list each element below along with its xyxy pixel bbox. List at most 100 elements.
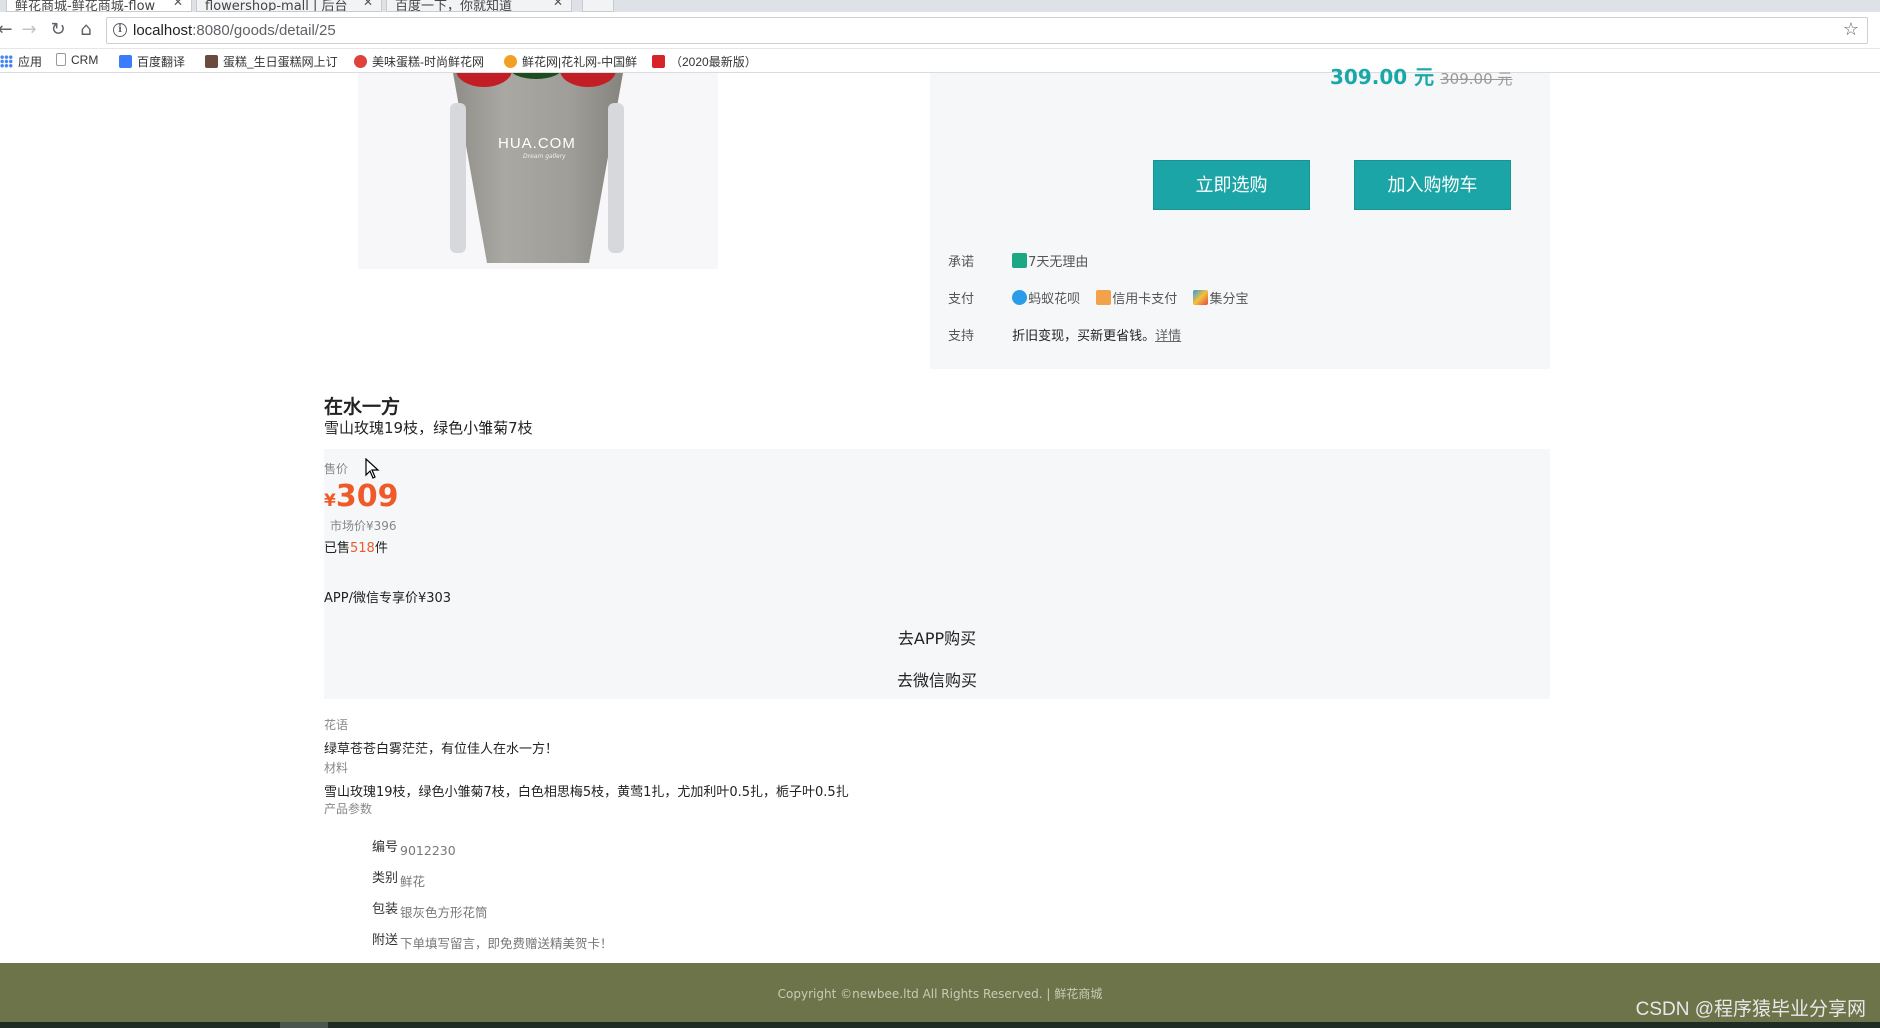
apps-grid-icon (0, 55, 13, 68)
home-icon[interactable]: ⌂ (75, 19, 97, 41)
product-title: 在水一方 (324, 396, 401, 418)
go-wechat-link[interactable]: 去微信购买 (324, 667, 1550, 691)
params-label: 产品参数 (324, 802, 373, 816)
baidu-translate-icon (119, 55, 132, 68)
vase-logo-text: HUA.COM (498, 135, 576, 152)
flower-language-value: 绿草苍苍白雾茫茫，有位佳人在水一方！ (324, 742, 559, 757)
reload-icon[interactable]: ↻ (47, 19, 69, 41)
param-key: 类别 (372, 871, 399, 886)
param-row: 类别 鲜花 (372, 871, 425, 890)
currency-symbol: ¥ (324, 491, 336, 511)
bookmark-star-icon[interactable]: ☆ (1843, 19, 1859, 40)
material-label: 材料 (324, 761, 349, 775)
bookmark-label: 应用 (18, 55, 43, 69)
bookmark-crm[interactable]: CRM (56, 53, 98, 67)
buy-now-button[interactable]: 立即选购 (1153, 160, 1310, 210)
footer-home-link[interactable]: 鲜花商城 (1054, 987, 1102, 1001)
flower-icon (504, 55, 517, 68)
buy-panel: 309.00 元 309.00 元 立即选购 加入购物车 承诺 7天无理由 支付 … (930, 65, 1550, 369)
payment-row: 支付 蚂蚁花呗 信用卡支付 集分宝 (948, 288, 1248, 307)
promise-value: 7天无理由 (1028, 255, 1089, 270)
param-key: 附送 (372, 933, 399, 948)
sold-number: 518 (350, 541, 375, 556)
add-to-cart-button[interactable]: 加入购物车 (1354, 160, 1511, 210)
ribbon-right (608, 103, 624, 253)
param-value: 下单填写留言，即免费赠送精美贺卡！ (400, 936, 613, 951)
param-key: 编号 (372, 840, 399, 855)
copyright-text: Copyright ©newbee.ltd All Rights Reserve… (777, 987, 1051, 1001)
rose-icon (354, 55, 367, 68)
bookmark-c[interactable]: （2020最新版） (652, 53, 757, 70)
roses (448, 73, 628, 87)
tab-current[interactable]: 鲜花商城-鲜花商城-flow ✕ (6, 0, 192, 12)
support-row: 支持 折旧变现，买新更省钱。详情 (948, 325, 1181, 344)
close-icon[interactable]: ✕ (553, 0, 563, 9)
tab-baidu[interactable]: 百度一下，你就知道 ✕ (386, 0, 572, 12)
new-tab-button[interactable] (582, 0, 614, 12)
footer: Copyright ©newbee.ltd All Rights Reserve… (0, 963, 1880, 1022)
jifenbao-icon (1193, 290, 1209, 305)
promise-row: 承诺 7天无理由 (948, 251, 1088, 270)
panel-price-value: 309.00 元 (1330, 65, 1435, 89)
payment-method: 信用卡支付 (1112, 292, 1178, 307)
url-text: localhost:8080/goods/detail/25 (133, 22, 336, 39)
bookmark-flower[interactable]: 鲜花网|花礼网-中国鲜 (504, 53, 637, 70)
c-logo-icon (652, 55, 665, 68)
url-input[interactable]: i localhost:8080/goods/detail/25 ☆ (106, 17, 1868, 44)
param-value: 鲜花 (400, 874, 426, 889)
sale-price: ¥309 (324, 479, 398, 514)
credit-card-icon (1096, 290, 1112, 305)
vase-sub-text: Dream gallery (523, 153, 566, 160)
ant-credit-icon (1012, 290, 1028, 305)
param-value: 9012230 (400, 843, 456, 858)
param-key: 包装 (372, 902, 399, 917)
bookmarks-bar: 应用 CRM 百度翻译 蛋糕_生日蛋糕网上订 美味蛋糕-时尚鲜花网 鲜花网|花礼… (0, 49, 1880, 73)
seven-day-icon (1012, 253, 1028, 268)
browser-tab-strip: 鲜花商城-鲜花商城-flow ✕ flowershop-mall | 后台 ✕ … (0, 0, 1880, 12)
bookmark-rose[interactable]: 美味蛋糕-时尚鲜花网 (354, 53, 484, 70)
bookmark-baidu-translate[interactable]: 百度翻译 (119, 53, 185, 70)
go-app-link[interactable]: 去APP购买 (324, 625, 1550, 649)
panel-price: 309.00 元 309.00 元 (1330, 61, 1512, 90)
bookmark-label: 鲜花网|花礼网-中国鲜 (522, 55, 638, 69)
param-row: 编号 9012230 (372, 840, 456, 859)
param-row: 包装 银灰色方形花筒 (372, 902, 488, 921)
market-price: 市场价¥396 (330, 519, 397, 533)
watermark: CSDN @程序猿毕业分享网 (1635, 999, 1866, 1020)
product-image: HUA.COM Dream gallery (358, 73, 718, 269)
tab-admin[interactable]: flowershop-mall | 后台 ✕ (196, 0, 382, 12)
sold-suffix: 件 (374, 541, 388, 556)
sold-prefix: 已售 (324, 541, 351, 556)
bookmark-label: 美味蛋糕-时尚鲜花网 (372, 55, 484, 69)
cake-icon (205, 55, 218, 68)
url-host: localhost (133, 22, 193, 39)
flower-language-label: 花语 (324, 718, 349, 732)
page-icon (56, 53, 66, 66)
back-arrow-icon[interactable]: ← (0, 19, 16, 41)
param-value: 银灰色方形花筒 (400, 905, 488, 920)
bookmark-label: 蛋糕_生日蛋糕网上订 (223, 55, 338, 69)
price-value: 309 (335, 479, 399, 514)
promise-label: 承诺 (948, 255, 975, 270)
bookmark-cake[interactable]: 蛋糕_生日蛋糕网上订 (205, 53, 338, 70)
support-details-link[interactable]: 详情 (1155, 329, 1181, 344)
close-icon[interactable]: ✕ (173, 0, 183, 9)
bookmark-label: 百度翻译 (137, 55, 186, 69)
info-icon[interactable]: i (113, 23, 127, 37)
close-icon[interactable]: ✕ (363, 0, 373, 9)
sold-count: 已售518件 (324, 537, 388, 556)
price-label: 售价 (324, 462, 349, 476)
support-label: 支持 (948, 329, 975, 344)
taskbar-strip (0, 1022, 1880, 1028)
panel-old-price: 309.00 元 (1440, 70, 1513, 88)
payment-method: 蚂蚁花呗 (1028, 292, 1081, 307)
forward-arrow-icon[interactable]: → (18, 19, 40, 41)
price-box: 售价 ¥309 市场价¥396 已售518件 APP/微信专享价¥303 去AP… (324, 449, 1550, 699)
app-price: APP/微信专享价¥303 (324, 591, 452, 606)
vase-shape (453, 73, 623, 263)
url-path: :8080/goods/detail/25 (192, 22, 336, 39)
support-value: 折旧变现，买新更省钱。 (1012, 329, 1156, 344)
bookmark-apps[interactable]: 应用 (0, 53, 42, 70)
param-row: 附送 下单填写留言，即免费赠送精美贺卡！ (372, 933, 613, 952)
ribbon-left (450, 103, 466, 253)
